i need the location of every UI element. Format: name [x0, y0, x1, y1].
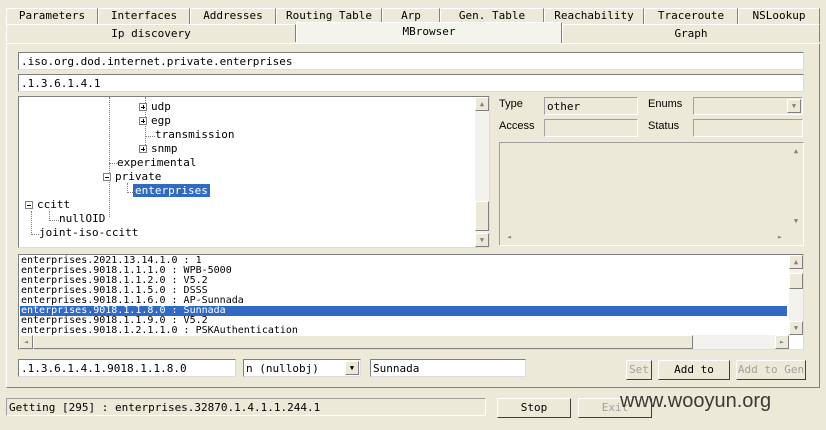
scroll-right-icon[interactable]: ► [775, 335, 789, 349]
tree-node-experimental[interactable]: experimental [117, 156, 196, 170]
description-box[interactable]: ▲ ▼ ◄ ► [499, 142, 804, 246]
tree-connector [145, 136, 155, 137]
collapse-icon[interactable] [25, 201, 33, 209]
oid-name-text: .iso.org.dod.internet.private.enterprise… [21, 55, 293, 68]
chevron-down-icon[interactable]: ▼ [345, 361, 359, 375]
scroll-thumb[interactable] [789, 273, 803, 289]
expand-icon[interactable] [139, 103, 147, 111]
scroll-thumb[interactable] [33, 335, 693, 349]
type-field: other [544, 97, 638, 115]
tree-connector [109, 97, 110, 217]
status-field [693, 119, 803, 137]
oid-number-text: .1.3.6.1.4.1 [21, 77, 101, 90]
tree-node-egp[interactable]: egp [139, 114, 171, 128]
type-label: Type [499, 98, 523, 110]
access-label: Access [499, 120, 535, 132]
value-text: Sunnada [373, 362, 420, 375]
tree-node-transmission[interactable]: transmission [155, 128, 234, 142]
type-dropdown-text: n (nullobj) [246, 362, 319, 375]
set-button[interactable]: Set [626, 360, 652, 380]
tree-connector [49, 220, 59, 221]
tree-node-udp[interactable]: udp [139, 100, 171, 114]
scroll-left-icon[interactable]: ◄ [19, 335, 33, 349]
scroll-thumb[interactable] [475, 201, 489, 231]
scroll-up-icon[interactable]: ▲ [789, 255, 803, 269]
scroll-up-icon[interactable]: ▲ [475, 97, 489, 111]
mib-tree[interactable]: udp egp transmission snmp experimental p… [18, 96, 490, 248]
tab-nslookup[interactable]: NSLookup [738, 8, 820, 24]
collapse-icon[interactable] [103, 173, 111, 181]
tree-node-ccitt[interactable]: ccitt [25, 198, 70, 212]
tab-ip-discovery[interactable]: Ip discovery [6, 24, 296, 42]
tree-scrollbar[interactable]: ▲ ▼ [475, 97, 489, 247]
results-list[interactable]: enterprises.2021.13.14.1.0 : 1 enterprise… [18, 254, 804, 350]
tree-node-snmp[interactable]: snmp [139, 142, 178, 156]
type-value: other [547, 100, 581, 113]
scroll-up-icon[interactable]: ▲ [789, 145, 803, 159]
scroll-down-icon[interactable]: ▼ [475, 233, 489, 247]
oid-name-field[interactable]: .iso.org.dod.internet.private.enterprise… [18, 52, 804, 70]
tab-mbrowser[interactable]: MBrowser [296, 22, 562, 44]
tab-parameters[interactable]: Parameters [6, 8, 98, 24]
add-to-gen-button[interactable]: Add to Gen [736, 360, 806, 380]
enums-select[interactable]: ▼ [693, 97, 803, 115]
tab-addresses[interactable]: Addresses [190, 8, 276, 24]
oid-value-field[interactable]: .1.3.6.1.4.1.9018.1.1.8.0 [18, 359, 236, 377]
results-scrollbar-v[interactable]: ▲ ▼ [789, 255, 803, 335]
access-field [544, 119, 638, 137]
expand-icon[interactable] [139, 145, 147, 153]
tree-connector [31, 211, 32, 235]
watermark: www.wooyun.org [620, 390, 772, 412]
tree-node-joint-iso-ccitt[interactable]: joint-iso-ccitt [39, 226, 138, 240]
scroll-right-icon[interactable]: ► [773, 231, 787, 245]
tree-node-private[interactable]: private [103, 170, 161, 184]
type-dropdown[interactable]: n (nullobj) ▼ [243, 359, 361, 377]
expand-icon[interactable] [139, 117, 147, 125]
tree-connector [109, 163, 117, 164]
scroll-down-icon[interactable]: ▼ [789, 321, 803, 335]
add-to-graph-button[interactable]: Add to graph [658, 360, 730, 380]
tree-node-nulloid[interactable]: nullOID [59, 212, 105, 226]
results-scrollbar-h[interactable]: ◄ ► [19, 335, 789, 349]
oid-number-field[interactable]: .1.3.6.1.4.1 [18, 74, 804, 92]
status-label: Status [648, 120, 680, 132]
status-bar: Getting [295] : enterprises.32870.1.4.1.… [6, 398, 486, 416]
value-field[interactable]: Sunnada [370, 359, 526, 377]
results-rows: enterprises.2021.13.14.1.0 : 1 enterprise… [19, 256, 789, 340]
chevron-down-icon[interactable]: ▼ [787, 99, 801, 113]
tab-graph[interactable]: Graph [562, 24, 820, 42]
enums-label: Enums [648, 98, 683, 110]
tab-traceroute[interactable]: Traceroute [644, 8, 738, 24]
scroll-down-icon[interactable]: ▼ [789, 215, 803, 229]
tree-connector [31, 234, 39, 235]
tab-interfaces[interactable]: Interfaces [98, 8, 190, 24]
status-text: Getting [295] : enterprises.32870.1.4.1.… [9, 401, 321, 414]
oid-value-text: .1.3.6.1.4.1.9018.1.1.8.0 [21, 362, 187, 375]
scroll-left-icon[interactable]: ◄ [502, 231, 516, 245]
tree-node-enterprises[interactable]: enterprises [133, 184, 210, 198]
stop-button[interactable]: Stop [497, 398, 571, 418]
